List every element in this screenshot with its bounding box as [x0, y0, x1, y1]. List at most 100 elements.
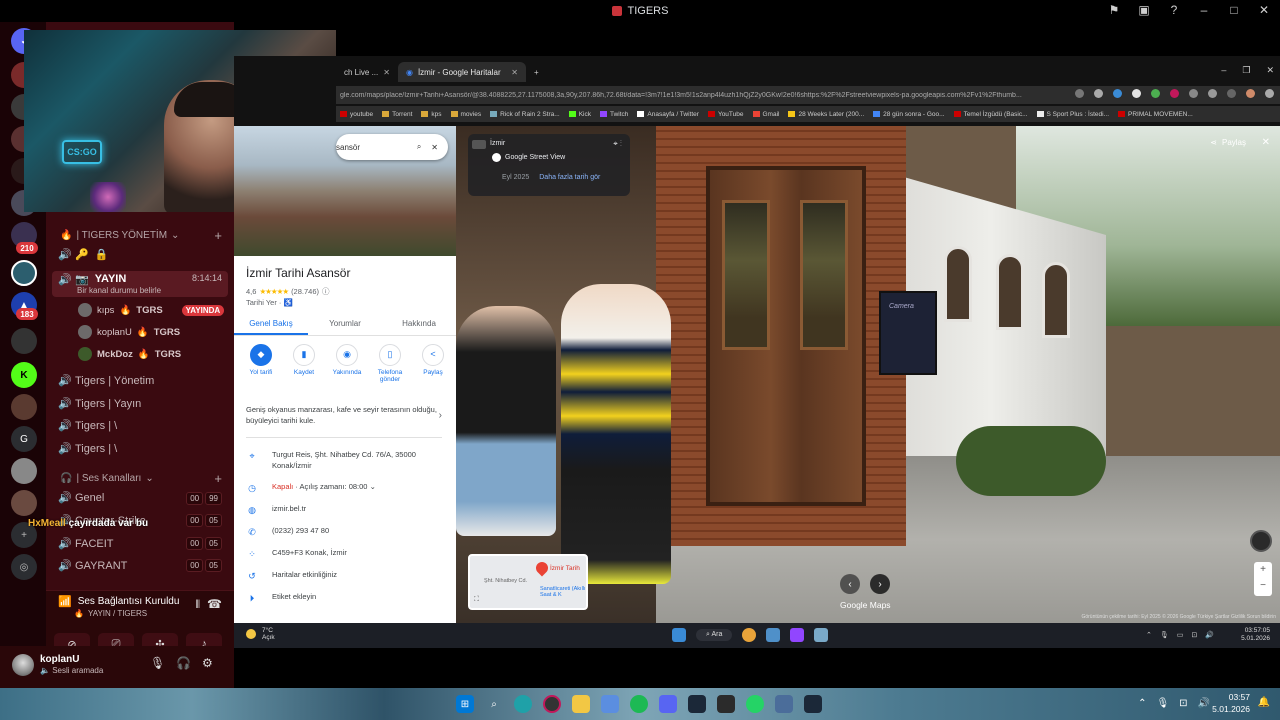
steam-icon[interactable]	[814, 628, 829, 642]
clear-search-icon[interactable]: ✕	[431, 143, 438, 152]
bookmark[interactable]: 28 gün sonra - Goo...	[873, 111, 945, 118]
close-icon[interactable]: ✕	[1256, 3, 1272, 17]
restore-icon[interactable]: ❐	[1242, 65, 1250, 76]
server-icon-10[interactable]	[11, 490, 37, 516]
avatar[interactable]	[12, 654, 34, 676]
inbox-icon[interactable]: ▣	[1136, 3, 1152, 17]
bookmark[interactable]: Torrent	[382, 111, 412, 118]
close-street-view-icon[interactable]: ✕	[1262, 137, 1270, 148]
voice-channel-path[interactable]: 🔥 YAYIN / TIGERS	[74, 609, 147, 618]
place-plus-code[interactable]: ⁘ C459+F3 Konak, İzmir	[246, 548, 347, 561]
bookmark[interactable]: YouTube	[707, 111, 744, 118]
tab-overview[interactable]: Genel Bakış	[234, 312, 308, 335]
bookmark[interactable]: Kick	[568, 111, 591, 118]
category-admin[interactable]: 🔥 | TIGERS YÖNETİM ⌄	[60, 230, 179, 241]
share-button[interactable]: < Paylaş	[414, 344, 452, 383]
nearby-button[interactable]: ◉ Yakınında	[328, 344, 366, 383]
bookmark[interactable]: youtube	[340, 111, 373, 118]
voice-member[interactable]: MckDoz 🔥 TGRS	[78, 347, 181, 361]
minimap[interactable]: İzmir Tarih Sanatlicareti (Akıllı Saat &…	[468, 554, 588, 610]
extension-icon[interactable]	[1189, 89, 1198, 98]
maximize-icon[interactable]: □	[1226, 3, 1242, 17]
chrome-icon[interactable]	[742, 628, 757, 642]
server-tigers-icon[interactable]	[11, 260, 37, 286]
mic-icon[interactable]: 🎙	[1160, 631, 1169, 639]
extensions-menu-icon[interactable]	[1208, 89, 1217, 98]
minimize-icon[interactable]: –	[1221, 65, 1226, 76]
voice-member[interactable]: koplanU 🔥 TGRS	[78, 325, 180, 339]
windows-start-icon[interactable]	[672, 628, 686, 642]
noise-suppression-icon[interactable]: ⫴	[195, 599, 200, 612]
chevron-up-icon[interactable]: ⌃	[1146, 631, 1152, 639]
voice-channel-gayrant[interactable]: 🔊 GAYRANT	[58, 559, 127, 573]
bookmark[interactable]: Twitch	[599, 111, 628, 118]
maps-search-box[interactable]: sansör ⌕ ✕	[336, 134, 448, 160]
steam-icon[interactable]	[688, 695, 706, 713]
place-hours[interactable]: ◷ Kapalı · Açılış zamanı: 08:00 ⌄	[246, 482, 376, 495]
more-dates-link[interactable]: Daha fazla tarih gör	[539, 174, 600, 181]
channel-tigers-yonetim[interactable]: 🔊 Tigers | Yönetim	[58, 374, 154, 388]
compass-icon[interactable]	[1250, 530, 1272, 552]
host-clock[interactable]: 03:57 5.01.2026	[1212, 692, 1250, 716]
file-explorer-icon[interactable]	[572, 695, 590, 713]
extension-icon[interactable]	[1151, 89, 1160, 98]
search-icon[interactable]: ⌕	[485, 695, 503, 713]
info-icon[interactable]: ⓘ	[322, 286, 330, 297]
help-icon[interactable]: ?	[1166, 3, 1182, 17]
voice-status[interactable]: 📶 Ses Bağlantısı Kuruldu	[58, 595, 179, 608]
server-icon-8[interactable]	[11, 394, 37, 420]
channel-status-prompt[interactable]: Bir kanal durumu belirle	[77, 286, 161, 295]
microphone-icon[interactable]: 🎙	[150, 656, 165, 670]
bookmark[interactable]: kps	[421, 111, 442, 118]
add-channel-button[interactable]: +	[214, 228, 222, 243]
bookmark[interactable]: PRIMAL MOVEMEN...	[1118, 111, 1193, 118]
maps-activity[interactable]: ↺ Haritalar etkinliğiniz	[246, 570, 337, 583]
volume-icon[interactable]: 🔊	[1205, 631, 1214, 639]
app-icon[interactable]	[717, 695, 735, 713]
send-to-phone-button[interactable]: ▯ Telefona gönder	[371, 344, 409, 383]
bookmark[interactable]: S Sport Plus : İstedi...	[1036, 111, 1109, 118]
discover-icon[interactable]: ◎	[11, 554, 37, 580]
display-icon[interactable]: ▭	[1177, 631, 1184, 639]
bookmark[interactable]: Gmail	[752, 111, 779, 118]
server-letter-icon[interactable]: G	[11, 426, 37, 452]
voice-member[interactable]: kıps 🔥 TGRS YAYINDA	[78, 303, 225, 317]
username[interactable]: koplanU	[40, 654, 79, 665]
notification-bell-icon[interactable]: 🔔	[1258, 697, 1270, 708]
add-label[interactable]: ⏵ Etiket ekleyin	[246, 592, 316, 605]
weather-widget[interactable]: 7°C Açık	[246, 627, 275, 641]
browser-tab[interactable]: ch Live ... ✕	[336, 62, 398, 82]
kick-icon[interactable]: K	[11, 362, 37, 388]
extension-icon[interactable]	[1170, 89, 1179, 98]
save-button[interactable]: ▮ Kaydet	[285, 344, 323, 383]
place-rating[interactable]: 4,6 ★★★★★ (28.746) ⓘ	[246, 286, 330, 297]
bookmark[interactable]: Anasayfa / Twitter	[637, 111, 699, 118]
extension-icon[interactable]	[1113, 89, 1122, 98]
previous-arrow-icon[interactable]: ‹	[840, 574, 860, 594]
locked-channel[interactable]: 🔊 🔑 🔒	[58, 248, 108, 261]
search-icon[interactable]: ⌕	[417, 142, 421, 152]
windows-start-icon[interactable]: ⊞	[456, 695, 474, 713]
edge-icon[interactable]	[514, 695, 532, 713]
network-icon[interactable]: ⊡	[1191, 631, 1197, 639]
voice-channel-faceit[interactable]: 🔊 FACEIT	[58, 537, 114, 551]
bookmark[interactable]: movies	[450, 111, 481, 118]
new-tab-button[interactable]: +	[526, 62, 547, 82]
server-icon-7[interactable]	[11, 328, 37, 354]
bookmark-star-icon[interactable]	[1094, 89, 1103, 98]
steam-icon[interactable]	[804, 695, 822, 713]
place-address[interactable]: ⌖ Turgut Reis, Şht. Nihatbey Cd. 76/A, 3…	[246, 450, 432, 471]
app-icon[interactable]	[775, 695, 793, 713]
place-phone[interactable]: ✆ (0232) 293 47 80	[246, 526, 329, 539]
discord-icon[interactable]	[659, 695, 677, 713]
sidebar-icon[interactable]	[1227, 89, 1236, 98]
headphones-icon[interactable]: 🎧	[176, 656, 191, 670]
app-icon[interactable]	[543, 695, 561, 713]
category-voice[interactable]: 🎧 | Ses Kanalları ⌄	[60, 473, 154, 484]
app-icon[interactable]	[601, 695, 619, 713]
channel-tigers-3[interactable]: 🔊 Tigers | \	[58, 419, 117, 433]
remote-clock[interactable]: 03:57:05 5.01.2026	[1241, 627, 1270, 644]
more-menu-icon[interactable]	[1265, 89, 1274, 98]
settings-gear-icon[interactable]: ⚙	[202, 656, 213, 670]
add-channel-button[interactable]: +	[214, 471, 222, 486]
